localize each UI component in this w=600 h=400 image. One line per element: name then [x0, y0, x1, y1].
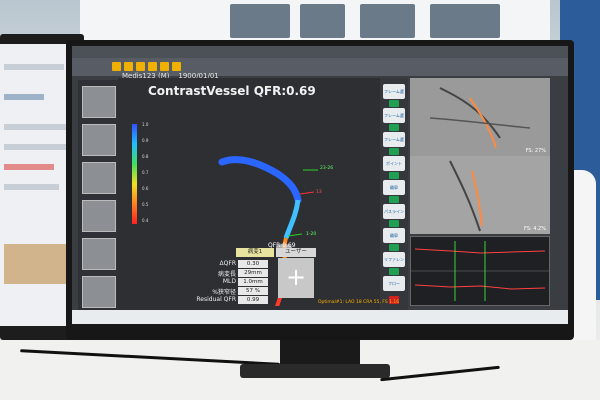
- check-icon: [389, 172, 399, 179]
- windows-taskbar: [72, 310, 568, 324]
- series-thumbnail[interactable]: [82, 200, 116, 232]
- workflow-button[interactable]: フレーム選択: [383, 108, 405, 133]
- angio-fs-label: FS: 27%: [525, 148, 546, 154]
- viewer-title: ContrastVessel QFR:0.69: [148, 84, 316, 98]
- window-titlebar: [72, 46, 568, 58]
- toolbar-tool-icon[interactable]: [136, 62, 145, 71]
- check-icon: [389, 244, 399, 251]
- check-icon: [389, 220, 399, 227]
- series-thumbnail[interactable]: [82, 124, 116, 156]
- result-label: Residual QFR: [196, 296, 236, 303]
- result-label: ΔQFR: [219, 260, 236, 267]
- result-value: 0.30: [238, 260, 268, 268]
- check-icon: [389, 196, 399, 203]
- toolbar-tool-icon[interactable]: [148, 62, 157, 71]
- result-value: 29mm: [238, 269, 268, 277]
- check-icon: [389, 148, 399, 155]
- toolbar-tool-icon[interactable]: [172, 62, 181, 71]
- qfr-pullback-graph[interactable]: [410, 236, 550, 306]
- result-value: 57 %: [238, 287, 268, 295]
- series-thumbnail[interactable]: [82, 86, 116, 118]
- thumbnail-strip: [78, 80, 118, 310]
- series-thumbnail[interactable]: [82, 238, 116, 270]
- series-thumbnail[interactable]: [82, 162, 116, 194]
- segment-label: 13: [316, 190, 322, 195]
- result-label: %狭窄径: [212, 289, 236, 296]
- result-value: 1.0mm: [238, 278, 268, 286]
- left-monitor-screen: [0, 44, 76, 326]
- segment-label: 1-20: [306, 232, 317, 237]
- toolbar-tool-icon[interactable]: [124, 62, 133, 71]
- angiogram-view-1[interactable]: FS: 27%: [410, 78, 550, 156]
- workflow-button[interactable]: 輪郭: [383, 180, 405, 195]
- result-label: 病変長: [217, 271, 236, 278]
- segment-label: 23-26: [320, 166, 334, 171]
- results-table: ΔQFR 0.30 病変長 29mm MLD 1.0mm %狭窄径 57 % R…: [190, 250, 314, 306]
- check-icon: [389, 124, 399, 131]
- toolbar-tool-icon[interactable]: [160, 62, 169, 71]
- workflow-button[interactable]: フレーム選択: [383, 84, 405, 109]
- series-thumbnail[interactable]: [82, 276, 116, 308]
- workflow-button[interactable]: リファレンス: [383, 252, 405, 277]
- check-icon: [389, 100, 399, 107]
- workflow-button[interactable]: フロー: [383, 276, 405, 291]
- check-icon: [389, 268, 399, 275]
- workflow-button[interactable]: ポイント: [383, 156, 405, 171]
- workflow-button-column: フレーム選択 フレーム選択 フレーム選択 ポイント 輪郭 パスライン 輪郭 リフ…: [380, 78, 408, 310]
- result-label: MLD: [222, 278, 236, 285]
- workflow-button[interactable]: 輪郭: [383, 228, 405, 243]
- monitor-base: [240, 364, 390, 378]
- toolbar-tool-icon[interactable]: [112, 62, 121, 71]
- optimal-projection-status: Optimal#1: LAO 18 CRA 55, FS 1.16: [318, 300, 400, 305]
- angiogram-view-2[interactable]: FS: 4.2%: [410, 156, 550, 234]
- result-value: 0.99: [238, 296, 268, 304]
- workflow-button[interactable]: フレーム選択: [383, 132, 405, 157]
- qfr-application-screen: Medis123 (M) 1900/01/01 ContrastVessel Q…: [72, 46, 568, 323]
- angio-fs-label: FS: 4.2%: [524, 226, 546, 232]
- workflow-button[interactable]: パスライン: [383, 204, 405, 219]
